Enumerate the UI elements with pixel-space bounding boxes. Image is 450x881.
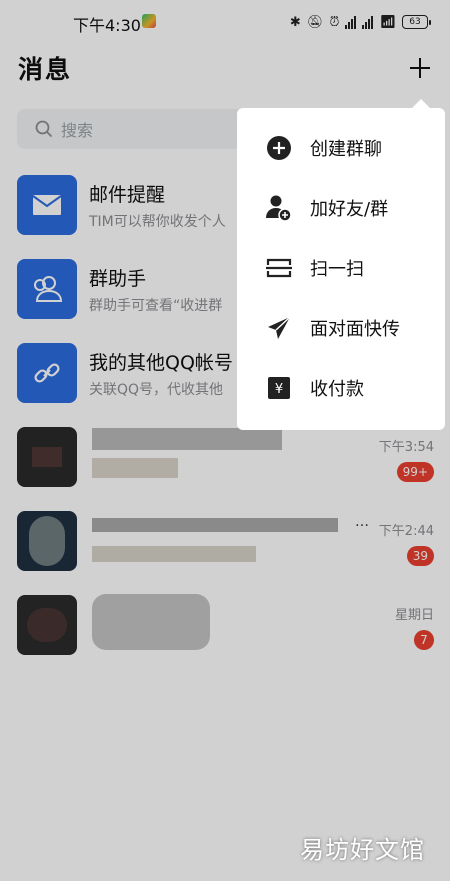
add-circle-icon (265, 134, 293, 162)
menu-label: 扫一扫 (310, 259, 364, 280)
menu-item-scan[interactable]: 扫一扫 (237, 238, 445, 298)
menu-label: 加好友/群 (310, 199, 389, 220)
menu-item-create-group[interactable]: 创建群聊 (237, 118, 445, 178)
menu-label: 收付款 (310, 379, 364, 400)
svg-text:¥: ¥ (275, 382, 283, 397)
menu-label: 面对面快传 (310, 319, 400, 340)
menu-item-face-transfer[interactable]: 面对面快传 (237, 298, 445, 358)
menu-item-payment[interactable]: ¥ 收付款 (237, 358, 445, 418)
menu-item-add-friend[interactable]: 加好友/群 (237, 178, 445, 238)
plus-menu: 创建群聊 加好友/群 扫一扫 面对面快传 ¥ 收付款 (237, 99, 445, 430)
paper-plane-icon (265, 314, 293, 342)
watermark: 易坊好文馆 (300, 836, 425, 864)
add-friend-icon (265, 194, 293, 222)
yuan-icon: ¥ (265, 374, 293, 402)
scan-icon (265, 254, 293, 282)
menu-label: 创建群聊 (310, 139, 382, 160)
